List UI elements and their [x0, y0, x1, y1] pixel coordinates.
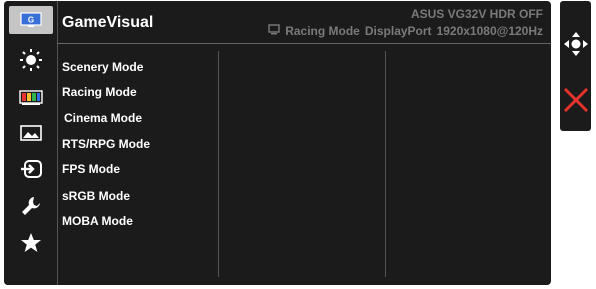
sidebar-item-myfavorite[interactable]: [11, 231, 51, 255]
mode-item-rts-rpg[interactable]: RTS/RPG Mode: [62, 137, 150, 151]
close-icon: [563, 87, 589, 118]
status-mode: Racing Mode: [285, 24, 360, 38]
model-info: ASUS VG32V HDR OFF: [410, 7, 543, 21]
navigate-joystick-icon: [563, 31, 589, 62]
input-select-icon: [19, 159, 43, 179]
sidebar-item-system-setup[interactable]: [11, 194, 51, 218]
navigation-panel: [560, 1, 591, 131]
mode-item-scenery[interactable]: Scenery Mode: [62, 60, 143, 74]
image-icon: [20, 125, 42, 141]
mode-item-moba[interactable]: MOBA Mode: [62, 214, 133, 228]
sidebar-item-color[interactable]: [11, 86, 51, 110]
osd-menu: G GameVisual ASUS VG32V HDR OFF Racing M…: [4, 1, 551, 285]
page-title: GameVisual: [62, 14, 154, 31]
svg-text:G: G: [28, 16, 34, 25]
mode-item-racing[interactable]: Racing Mode: [62, 85, 137, 99]
sidebar-item-gamevisual[interactable]: G: [9, 6, 53, 34]
mode-item-fps[interactable]: FPS Mode: [62, 162, 120, 176]
wrench-icon: [20, 195, 42, 217]
sidebar-item-input-select[interactable]: [11, 157, 51, 181]
header-divider: [57, 43, 551, 44]
sidebar-item-brightness[interactable]: [11, 48, 51, 72]
color-icon: [19, 90, 43, 106]
brightness-icon: [19, 48, 43, 72]
monitor-icon: [268, 24, 280, 38]
column-divider-1: [218, 51, 219, 277]
sidebar: G: [4, 1, 57, 285]
column-divider-2: [385, 51, 386, 277]
mode-item-cinema[interactable]: Cinema Mode: [64, 111, 142, 125]
star-icon: [20, 232, 42, 254]
status-bar: Racing Mode DisplayPort 1920x1080@120Hz: [268, 24, 543, 38]
gamevisual-icon: G: [20, 12, 42, 28]
mode-item-srgb[interactable]: sRGB Mode: [62, 189, 130, 203]
sidebar-item-image[interactable]: [11, 121, 51, 145]
status-input: DisplayPort: [364, 24, 432, 38]
close-button[interactable]: [560, 87, 591, 118]
navigate-button[interactable]: [560, 31, 591, 62]
status-resolution: 1920x1080@120Hz: [436, 24, 543, 38]
